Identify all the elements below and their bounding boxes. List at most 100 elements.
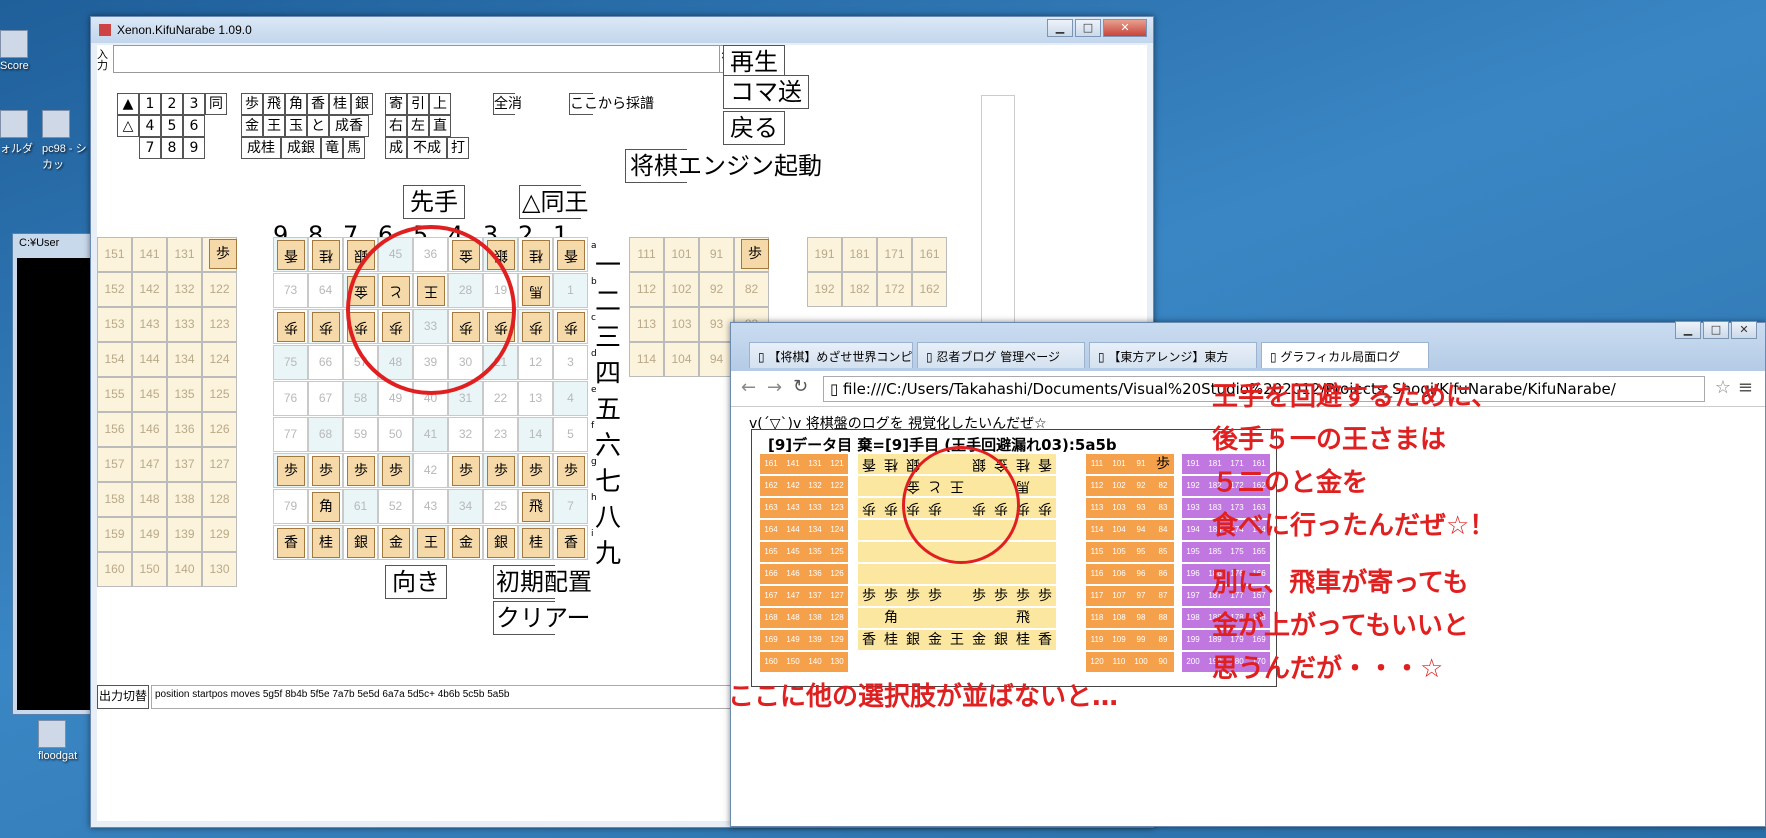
clear-button[interactable]: クリアー [493, 601, 591, 635]
board-piece[interactable]: 歩 [312, 456, 340, 486]
board-cell[interactable]: 14 [518, 417, 553, 452]
board-piece[interactable]: 香 [557, 240, 585, 270]
board-cell[interactable]: 66 [308, 345, 343, 380]
board-cell[interactable]: 73 [273, 273, 308, 308]
desktop-icon-pc98[interactable]: pc98 - シ カッ [42, 110, 88, 172]
board-piece[interactable]: 香 [557, 528, 585, 558]
move-button[interactable]: 右 [385, 115, 407, 137]
keypad-button[interactable]: 6 [183, 115, 205, 137]
menu-icon[interactable]: ≡ [1738, 377, 1753, 398]
piece-button[interactable]: 歩 [241, 93, 263, 115]
keypad-button[interactable]: 5 [161, 115, 183, 137]
piece-button[interactable]: 成香 [329, 115, 369, 137]
piece-button[interactable]: 成桂 [241, 137, 281, 159]
board-piece[interactable]: 銀 [347, 528, 375, 558]
forward-arrow-icon[interactable]: → [767, 377, 782, 398]
board-piece[interactable]: 歩 [382, 456, 410, 486]
move-button[interactable]: 不成 [407, 137, 447, 159]
piece-button[interactable]: 銀 [351, 93, 373, 115]
board-cell[interactable]: 58 [343, 381, 378, 416]
board-piece[interactable]: 歩 [557, 456, 585, 486]
move-button[interactable]: 上 [429, 93, 451, 115]
desktop-icon-floodgate[interactable]: floodgat [38, 720, 88, 762]
all-clear-button[interactable]: 全消 [493, 93, 522, 115]
board-cell[interactable]: 77 [273, 417, 308, 452]
board-piece[interactable]: 歩 [557, 312, 585, 342]
board-cell[interactable]: 64 [308, 273, 343, 308]
move-button[interactable]: 成 [385, 137, 407, 159]
desktop-icon-score[interactable]: Score [0, 30, 80, 72]
board-cell[interactable]: 67 [308, 381, 343, 416]
move-button[interactable]: 引 [407, 93, 429, 115]
board-cell[interactable]: 52 [378, 489, 413, 524]
board-piece[interactable]: 香 [277, 528, 305, 558]
board-piece[interactable]: 王 [417, 528, 445, 558]
keypad-button[interactable]: 9 [183, 137, 205, 159]
move-button[interactable]: 左 [407, 115, 429, 137]
board-piece[interactable]: 金 [382, 528, 410, 558]
board-piece[interactable]: 金 [452, 528, 480, 558]
piece-button[interactable]: 竜 [321, 137, 343, 159]
board-cell[interactable]: 23 [483, 417, 518, 452]
direction-button[interactable]: 向き [385, 565, 447, 599]
piece-button[interactable]: 金 [241, 115, 263, 137]
piece-button[interactable]: 飛 [263, 93, 285, 115]
board-cell[interactable]: 25 [483, 489, 518, 524]
piece-button[interactable]: 王 [263, 115, 285, 137]
reload-icon[interactable]: ↻ [793, 376, 808, 397]
board-cell[interactable]: 61 [343, 489, 378, 524]
keypad-button[interactable]: 7 [139, 137, 161, 159]
board-cell[interactable]: 75 [273, 345, 308, 380]
close-button[interactable]: ✕ [1731, 321, 1757, 339]
piece-button[interactable]: 香 [307, 93, 329, 115]
from-here-button[interactable]: ここから採譜 [569, 93, 654, 115]
board-cell[interactable]: 12 [518, 345, 553, 380]
board-piece[interactable]: 香 [277, 240, 305, 270]
board-piece[interactable]: 飛 [522, 492, 550, 522]
star-icon[interactable]: ☆ [1715, 377, 1731, 398]
keypad-button[interactable]: 1 [139, 93, 161, 115]
keypad-button[interactable]: 3 [183, 93, 205, 115]
browser-tab-2[interactable]: ▯ 忍者ブログ 管理ページ [917, 342, 1085, 368]
back-arrow-icon[interactable]: ← [741, 377, 756, 398]
board-cell[interactable]: 76 [273, 381, 308, 416]
piece-button[interactable]: 馬 [343, 137, 365, 159]
browser-tab-3[interactable]: ▯ 【東方アレンジ】東方 [1089, 342, 1257, 368]
keypad-button[interactable]: 4 [139, 115, 161, 137]
board-piece[interactable]: 歩 [347, 456, 375, 486]
board-cell[interactable]: 68 [308, 417, 343, 452]
board-piece[interactable]: 桂 [522, 240, 550, 270]
board-cell[interactable]: 22 [483, 381, 518, 416]
board-piece[interactable]: 歩 [487, 456, 515, 486]
piece-button[interactable]: 角 [285, 93, 307, 115]
keypad-button[interactable]: 8 [161, 137, 183, 159]
move-button[interactable]: 寄 [385, 93, 407, 115]
board-piece[interactable]: 歩 [522, 312, 550, 342]
board-cell[interactable]: 1 [553, 273, 588, 308]
board-piece[interactable]: 桂 [312, 240, 340, 270]
board-cell[interactable]: 79 [273, 489, 308, 524]
stand-piece[interactable]: 歩 [209, 239, 237, 269]
maximize-button[interactable]: □ [1075, 19, 1101, 37]
board-piece[interactable]: 桂 [522, 528, 550, 558]
board-cell[interactable]: 42 [413, 453, 448, 488]
board-piece[interactable]: 歩 [277, 456, 305, 486]
browser-tab-active[interactable]: ▯ グラフィカル局面ログ [1261, 342, 1429, 368]
same-king-button[interactable]: △同王 [519, 185, 588, 219]
close-button[interactable]: ✕ [1103, 19, 1147, 37]
board-piece[interactable]: 歩 [522, 456, 550, 486]
minimize-button[interactable]: ▁ [1675, 321, 1701, 339]
sente-button[interactable]: 先手 [403, 185, 465, 219]
keypad-button[interactable]: △ [117, 115, 139, 137]
board-cell[interactable]: 41 [413, 417, 448, 452]
maximize-button[interactable]: □ [1703, 321, 1729, 339]
board-piece[interactable]: 銀 [487, 528, 515, 558]
board-cell[interactable]: 34 [448, 489, 483, 524]
board-cell[interactable]: 43 [413, 489, 448, 524]
keypad-button[interactable]: 同 [205, 93, 227, 115]
move-button[interactable]: 打 [447, 137, 469, 159]
minimize-button[interactable]: ▁ [1047, 19, 1073, 37]
play-button[interactable]: 再生 [723, 45, 785, 79]
board-piece[interactable]: 角 [312, 492, 340, 522]
board-cell[interactable]: 4 [553, 381, 588, 416]
